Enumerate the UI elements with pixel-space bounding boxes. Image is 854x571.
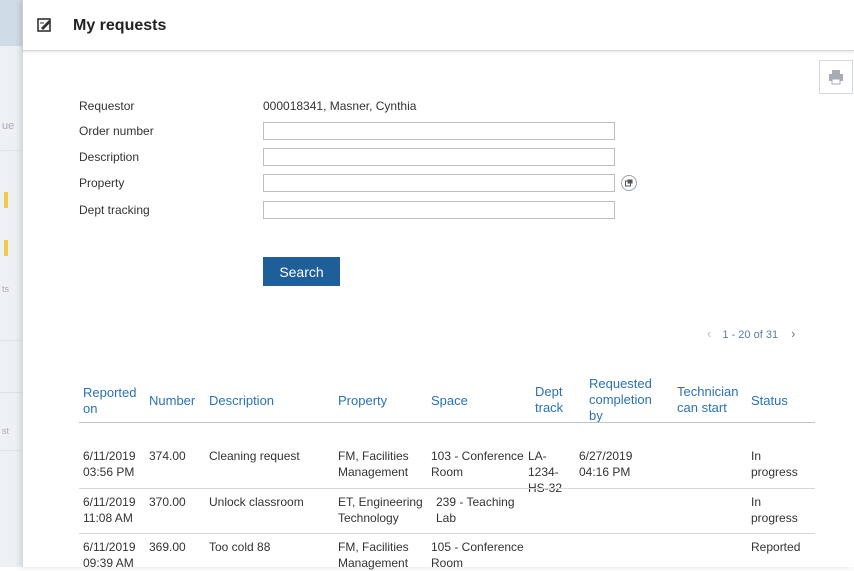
background-header [0,0,22,46]
dept-tracking-input[interactable] [263,201,615,219]
cell-description: Unlock classroom [209,495,304,509]
row-divider [79,488,815,489]
description-label: Description [79,150,140,164]
background-divider [0,150,22,151]
cell-description: Too cold 88 [209,540,271,554]
cell-number: 374.00 [149,449,186,463]
print-button[interactable] [819,60,853,94]
cell-number: 370.00 [149,495,186,509]
requestor-value: 000018341, Masner, Cynthia [263,99,417,113]
column-header-space[interactable]: Space [431,393,468,409]
previous-page-icon[interactable]: ‹ [707,326,711,341]
cell-reported-on: 6/11/2019 03:56 PM [83,449,136,479]
property-input[interactable] [263,174,615,192]
cell-property: ET, Engineering Technology [338,495,423,525]
cell-space: 105 - Conference Room [431,540,524,570]
search-button[interactable]: Search [263,257,340,286]
column-header-requested-completion[interactable]: Requested completion by [589,376,669,424]
order-number-input[interactable] [263,122,615,140]
background-marker [4,192,8,208]
background-divider [0,340,22,341]
cell-property: FM, Facilities Management [338,449,409,479]
cell-reported-on: 6/11/2019 09:39 AM [83,540,136,570]
panel-header: My requests [23,0,854,51]
table-header-divider [79,422,815,423]
cell-status: Reported [751,540,801,554]
popup-window-icon [625,179,633,187]
column-header-status[interactable]: Status [751,393,788,409]
column-header-dept-track[interactable]: Dept track [535,384,575,416]
cell-property: FM, Facilities Management [338,540,409,570]
column-header-reported-on[interactable]: Reported on [83,385,141,417]
pagination: ‹ 1 - 20 of 31 › [707,326,795,341]
column-header-property[interactable]: Property [338,393,387,409]
page-title: My requests [73,17,167,34]
background-divider [0,392,22,393]
cell-requested-completion: 6/27/2019 04:16 PM [579,449,633,479]
cell-space: 103 - Conference Room [431,449,524,479]
cell-reported-on: 6/11/2019 11:08 AM [83,495,136,525]
background-text-fragment: st [2,426,10,436]
background-divider [0,450,22,451]
my-requests-panel: My requests Requestor 000018341, Masner,… [22,0,854,570]
column-header-technician-can-start[interactable]: Technician can start [677,384,749,416]
cell-description: Cleaning request [209,449,300,463]
background-marker [4,240,8,256]
cell-status: In progress [751,449,798,479]
property-label: Property [79,176,125,190]
requestor-label: Requestor [79,99,135,113]
order-number-label: Order number [79,124,154,138]
page-range: 1 - 20 of 31 [722,329,779,341]
background-text-fragment: ue [2,120,15,132]
column-header-number[interactable]: Number [149,393,195,409]
background-app-strip: ue ts st [0,0,22,567]
dept-tracking-label: Dept tracking [79,203,150,217]
background-text-fragment: ts [2,284,10,294]
next-page-icon[interactable]: › [791,326,795,341]
cell-space: 239 - Teaching Lab [436,495,515,525]
cell-status: In progress [751,495,798,525]
cell-number: 369.00 [149,540,186,554]
description-input[interactable] [263,148,615,166]
column-header-description[interactable]: Description [209,393,274,409]
property-picker-button[interactable] [621,175,637,191]
printer-icon [829,70,843,85]
edit-note-icon [37,17,53,33]
row-divider [79,533,815,534]
